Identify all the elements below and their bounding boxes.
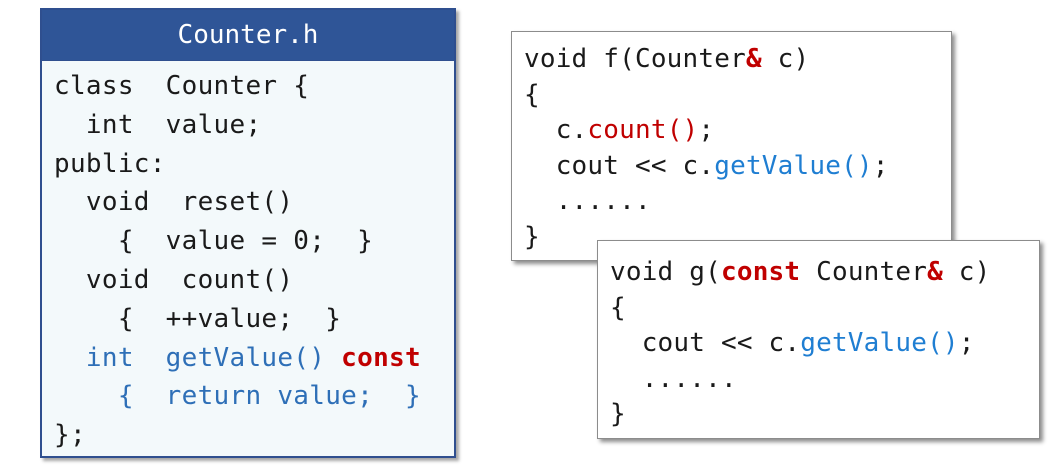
function-g-code: void g(const Counter& c){ cout << c.getV… xyxy=(598,241,1039,433)
code-line: void g(const Counter& c) xyxy=(610,255,1039,291)
code-token: }; xyxy=(54,420,86,451)
code-line: { ++value; } xyxy=(54,300,454,339)
code-token: cout << c. xyxy=(524,150,715,181)
code-token: c) xyxy=(942,257,991,287)
code-line: ...... xyxy=(610,362,1039,398)
code-line: { xyxy=(610,291,1039,327)
code-line: public: xyxy=(54,145,454,184)
code-token: } xyxy=(524,221,540,252)
code-token: int getValue() xyxy=(54,342,342,373)
code-line: } xyxy=(610,397,1039,433)
code-token: void g( xyxy=(610,257,721,287)
code-line: { value = 0; } xyxy=(54,222,454,261)
header-file-code: class Counter { int value; public: void r… xyxy=(42,61,454,455)
counter-header-panel: Counter.h class Counter { int value; publ… xyxy=(40,8,456,458)
code-token: ...... xyxy=(610,363,737,394)
code-token: { return value; } xyxy=(54,381,421,412)
code-token: int value; xyxy=(54,109,262,140)
code-token: getValue() xyxy=(714,150,873,181)
code-line: void count() xyxy=(54,261,454,300)
code-token: ; xyxy=(872,150,889,181)
code-token: ...... xyxy=(524,186,651,216)
code-token: void count() xyxy=(54,264,294,295)
function-f-code: void f(Counter& c){ c.count(); cout << c… xyxy=(512,32,951,255)
header-file-title: Counter.h xyxy=(42,10,454,61)
code-token: c. xyxy=(524,115,588,145)
code-line: void reset() xyxy=(54,183,454,222)
code-token: { xyxy=(610,292,626,323)
code-token: const xyxy=(341,342,421,373)
code-token: { value = 0; } xyxy=(54,226,374,257)
code-line: ...... xyxy=(524,184,951,220)
code-token: Counter xyxy=(800,257,928,287)
code-line: int getValue() const xyxy=(54,339,454,378)
code-token: getValue() xyxy=(800,328,959,358)
code-token: { ++value; } xyxy=(54,303,342,334)
code-token: ; xyxy=(958,328,975,358)
code-token: void reset() xyxy=(54,187,294,218)
code-token: cout << c. xyxy=(610,328,801,358)
code-token: void f(Counter xyxy=(524,44,746,74)
function-f-box: void f(Counter& c){ c.count(); cout << c… xyxy=(511,31,952,261)
code-line: { return value; } xyxy=(54,377,454,416)
code-line: }; xyxy=(54,416,454,455)
code-token: class Counter { xyxy=(54,71,310,101)
code-line: cout << c.getValue(); xyxy=(524,149,951,185)
code-line: class Counter { xyxy=(54,67,454,106)
code-line: c.count(); xyxy=(524,113,951,149)
code-token: const xyxy=(720,257,801,287)
code-token: & xyxy=(927,257,943,287)
code-line: { xyxy=(524,78,951,114)
function-g-box: void g(const Counter& c){ cout << c.getV… xyxy=(597,240,1040,439)
code-token: { xyxy=(524,79,540,110)
code-token: & xyxy=(745,44,762,74)
code-token: c) xyxy=(761,44,810,74)
code-token: } xyxy=(610,399,626,429)
code-token: count() xyxy=(587,115,699,145)
code-line: void f(Counter& c) xyxy=(524,42,951,78)
code-token: public: xyxy=(54,148,166,179)
code-line: cout << c.getValue(); xyxy=(610,326,1039,362)
code-line: int value; xyxy=(54,106,454,145)
code-token: ; xyxy=(698,115,715,145)
